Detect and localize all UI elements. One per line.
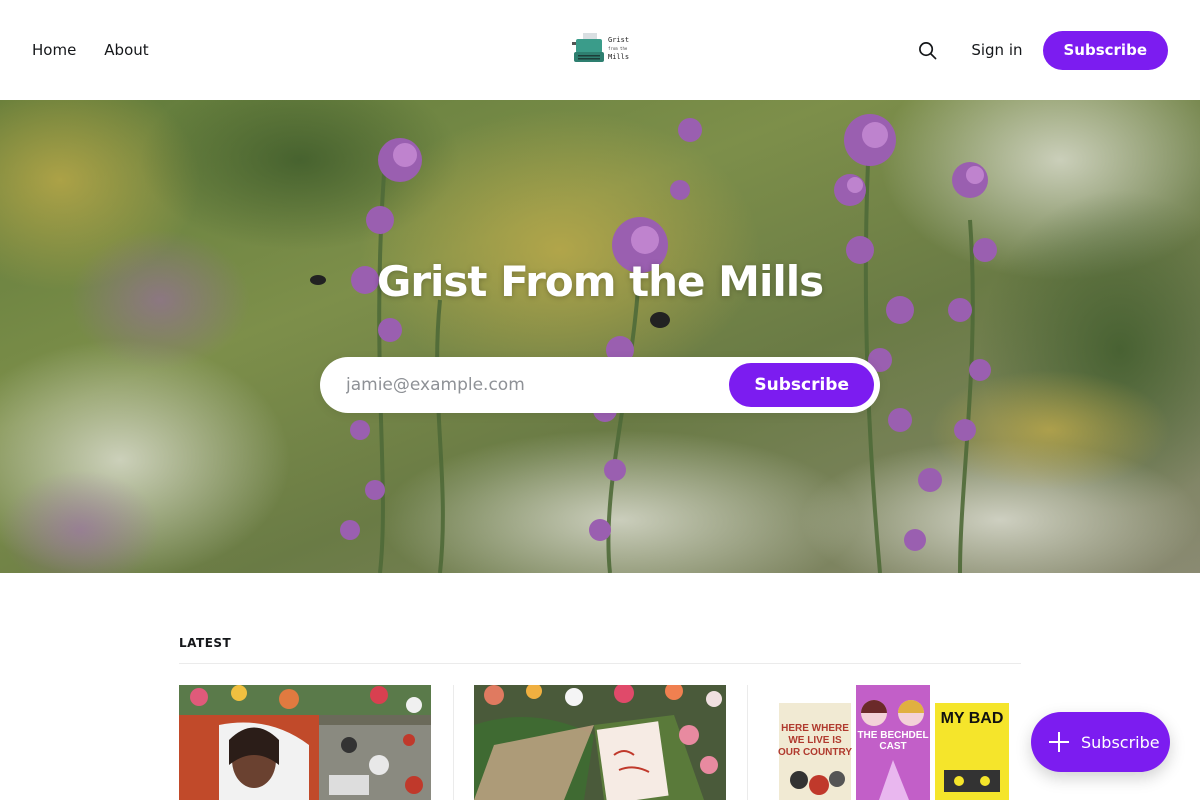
post-card-3[interactable]: HERE WHERE WE LIVE IS OUR COUNTRY THE BE… — [769, 685, 1021, 800]
typewriter-logo-icon: Grist from the Mills — [572, 33, 629, 62]
search-icon — [918, 41, 937, 59]
nav-home-link[interactable]: Home — [32, 41, 76, 59]
signin-link[interactable]: Sign in — [971, 41, 1022, 59]
hero-title: Grist From the Mills — [376, 257, 824, 306]
card-divider — [747, 685, 748, 800]
svg-text:from the: from the — [608, 46, 628, 51]
svg-text:WE LIVE IS: WE LIVE IS — [788, 735, 842, 746]
card-divider — [453, 685, 454, 800]
email-input[interactable] — [346, 375, 730, 395]
main-nav: Home About — [32, 41, 149, 59]
svg-text:CAST: CAST — [879, 741, 906, 752]
site-logo[interactable]: Grist from the Mills — [570, 30, 632, 70]
hero-section: Grist From the Mills Subscribe — [0, 100, 1200, 573]
svg-text:Grist: Grist — [608, 36, 629, 44]
latest-divider — [179, 663, 1021, 664]
post-card-1[interactable] — [179, 685, 431, 800]
site-header: Home About Grist from the Mills Sign in … — [0, 0, 1200, 100]
search-button[interactable] — [915, 38, 939, 62]
post-card-image — [179, 685, 431, 800]
portal-subscribe-label: Subscribe — [1081, 732, 1160, 752]
post-card-2[interactable] — [474, 685, 726, 800]
svg-text:MY BAD: MY BAD — [941, 710, 1004, 727]
svg-text:OUR COUNTRY: OUR COUNTRY — [778, 747, 852, 758]
latest-section-label: LATEST — [179, 636, 232, 650]
svg-text:THE BECHDEL: THE BECHDEL — [857, 730, 928, 741]
svg-text:Mills: Mills — [608, 53, 629, 61]
header-subscribe-button[interactable]: Subscribe — [1042, 30, 1168, 70]
svg-text:HERE WHERE: HERE WHERE — [781, 723, 849, 734]
post-card-image: HERE WHERE WE LIVE IS OUR COUNTRY THE BE… — [769, 685, 1021, 800]
post-card-image — [474, 685, 726, 800]
portal-subscribe-button[interactable]: Subscribe — [1031, 712, 1170, 772]
header-actions: Sign in Subscribe — [915, 30, 1168, 70]
hero-background-image — [0, 100, 1200, 573]
plus-icon — [1049, 732, 1069, 752]
hero-subscribe-button[interactable]: Subscribe — [729, 363, 874, 407]
hero-subscribe-form: Subscribe — [320, 357, 880, 413]
nav-about-link[interactable]: About — [104, 41, 148, 59]
